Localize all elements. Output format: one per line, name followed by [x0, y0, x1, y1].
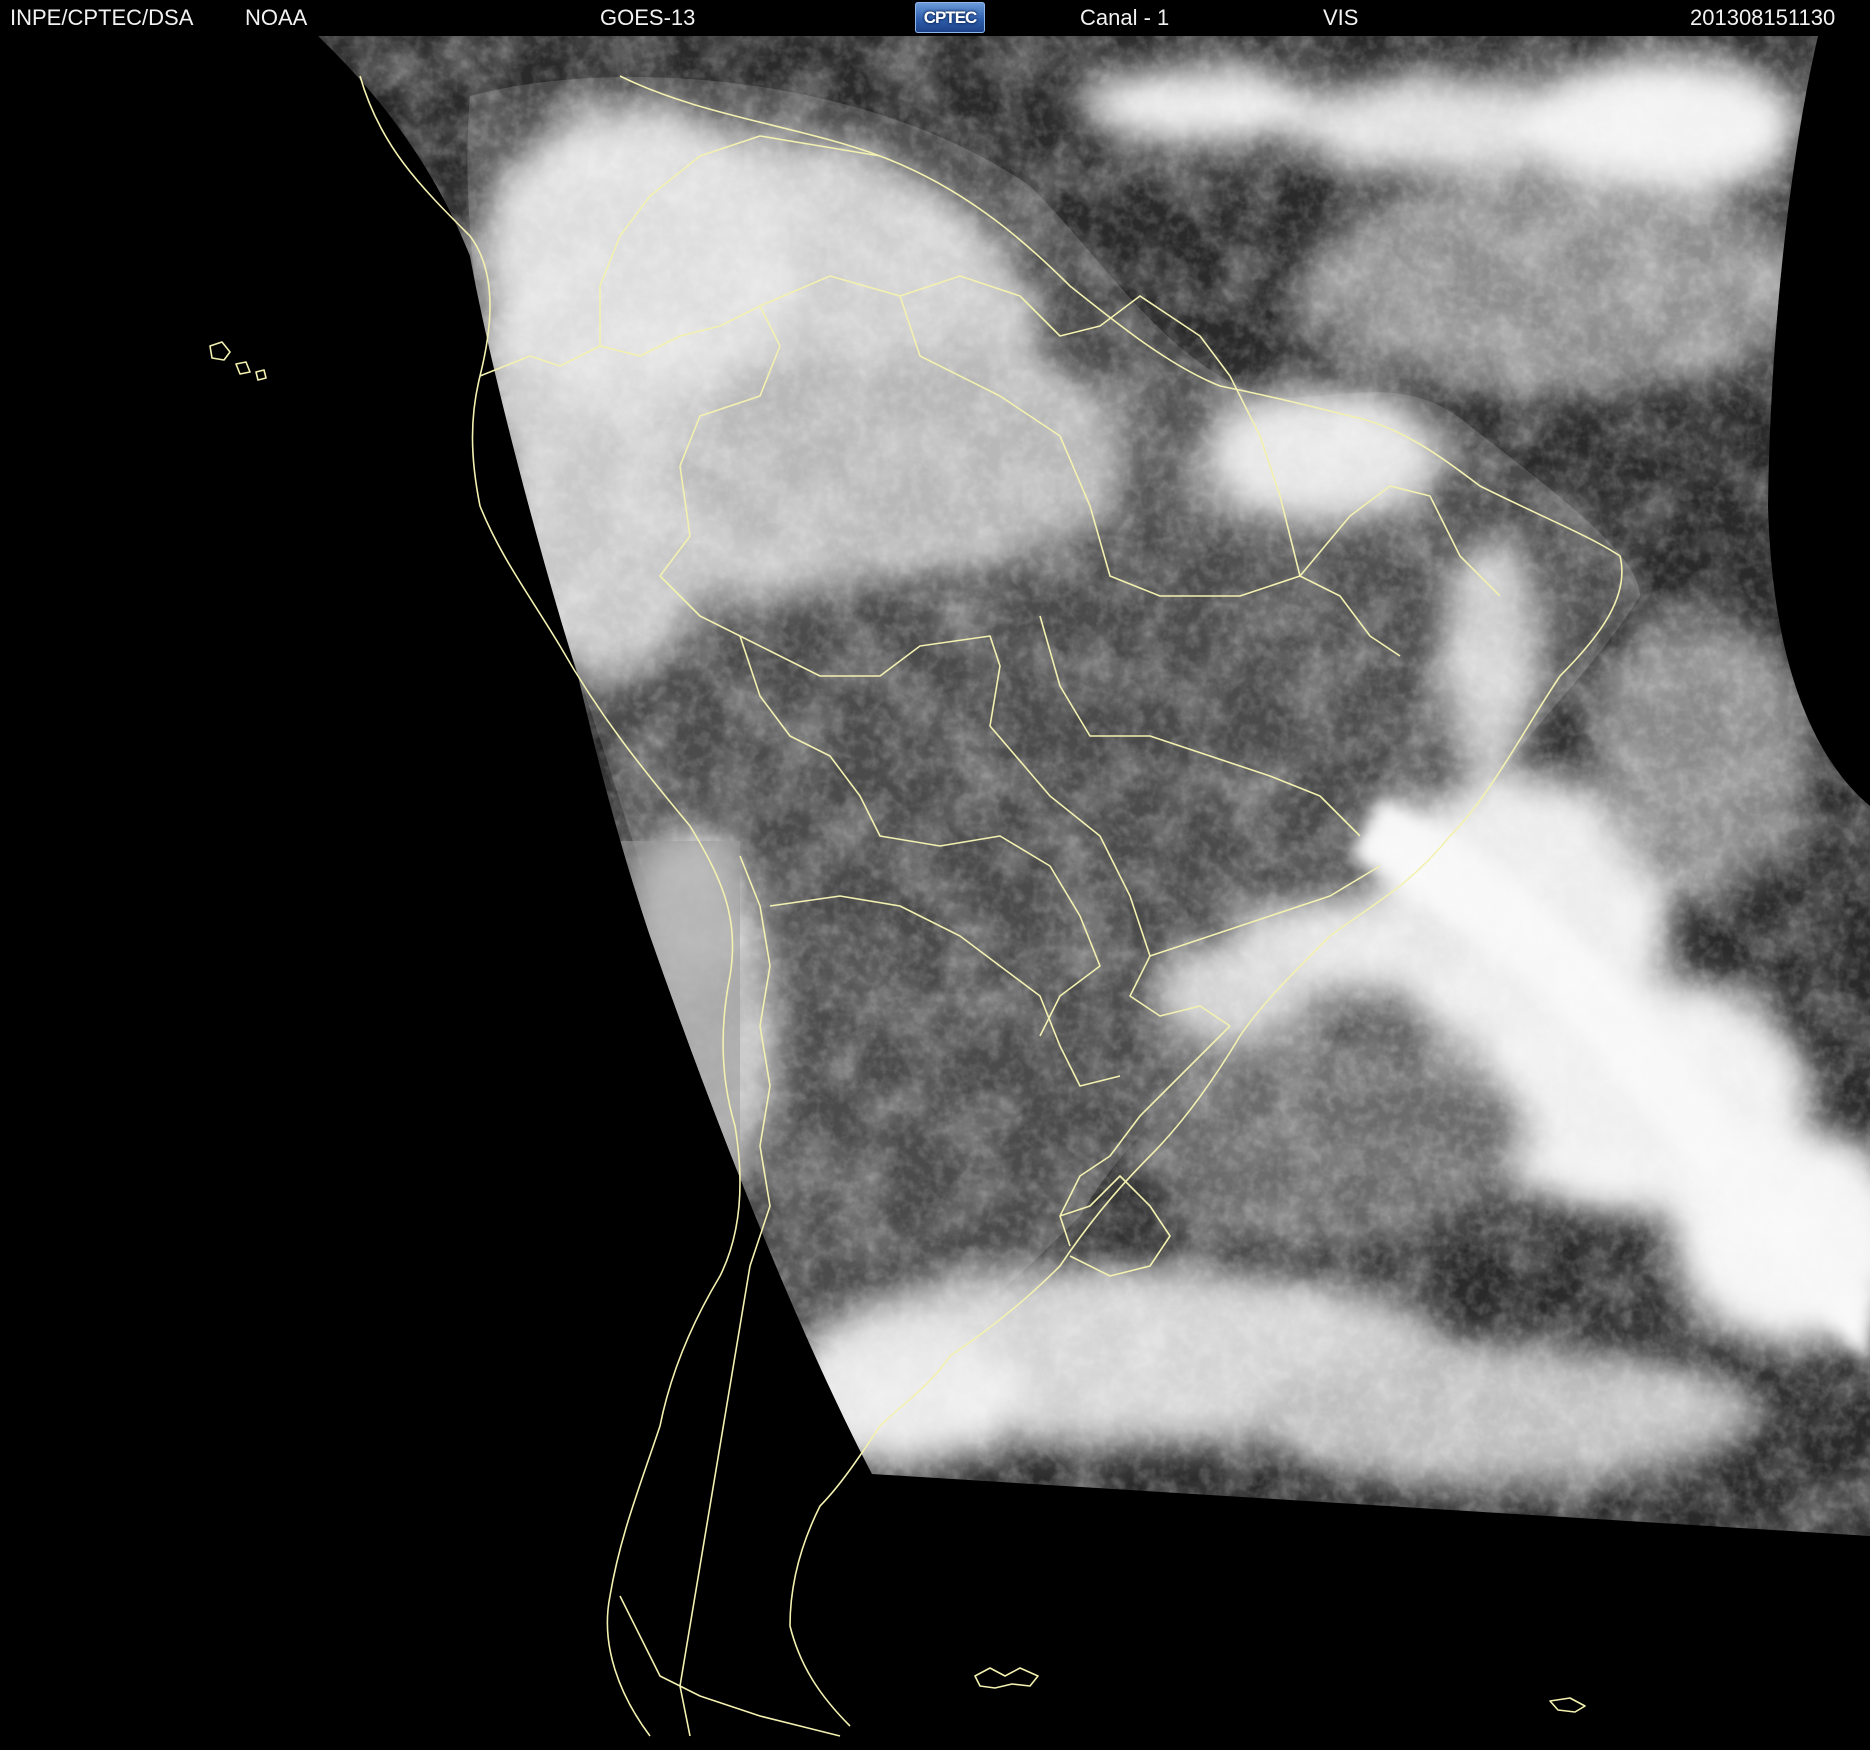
satellite-label: GOES-13 [600, 5, 696, 30]
cptec-logo-text: CPTEC [923, 8, 978, 27]
satellite-image [0, 36, 1870, 1750]
cptec-logo: CPTEC [915, 2, 985, 33]
image-header-bar: INPE/CPTEC/DSA NOAA GOES-13 CPTEC Canal … [0, 0, 1870, 36]
channel-label: Canal - 1 [1080, 5, 1170, 30]
satellite-image-viewer: INPE/CPTEC/DSA NOAA GOES-13 CPTEC Canal … [0, 0, 1870, 1750]
timestamp-label: 201308151130 [1690, 5, 1836, 30]
institution-label: INPE/CPTEC/DSA [10, 5, 194, 30]
satellite-image-svg [0, 36, 1870, 1750]
band-label: VIS [1323, 5, 1359, 30]
agency-label: NOAA [245, 5, 308, 30]
